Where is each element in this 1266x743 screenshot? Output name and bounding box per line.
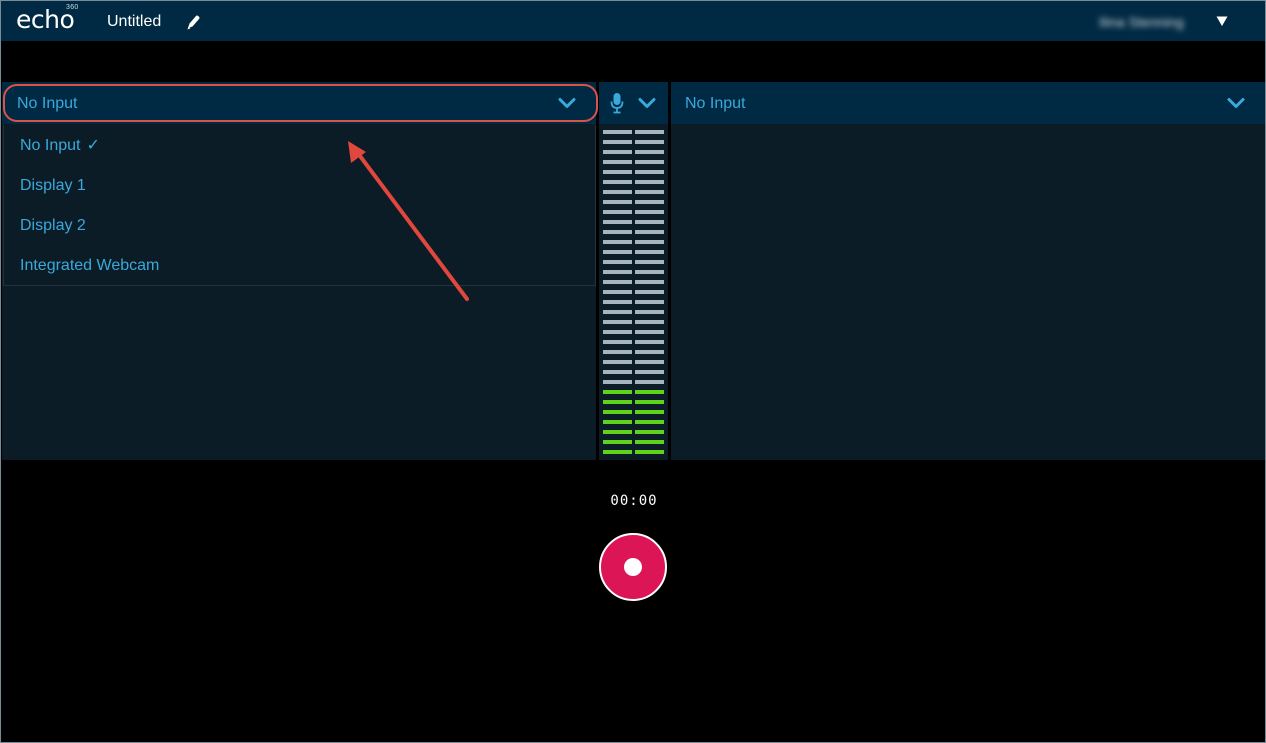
meter-segment (603, 320, 632, 324)
meter-segment (635, 380, 664, 384)
meter-segment (635, 160, 664, 164)
meter-segment (603, 170, 632, 174)
meter-segment (603, 240, 632, 244)
meter-segment (603, 420, 632, 424)
right-source-select[interactable]: No Input (671, 82, 1265, 125)
meter-segment (603, 390, 632, 394)
meter-segment (635, 370, 664, 374)
top-bar: echo 360 Untitled Ilina Stenning (1, 1, 1265, 41)
meter-segment (603, 380, 632, 384)
meter-segment (603, 270, 632, 274)
meter-segment (603, 290, 632, 294)
logo-superscript: 360 (66, 4, 79, 11)
capture-window: echo 360 Untitled Ilina Stenning No Inpu… (0, 0, 1266, 743)
meter-segment (635, 300, 664, 304)
meter-segment (635, 390, 664, 394)
left-source-dropdown: No Input ✓ Display 1 Display 2 Integrated… (3, 125, 596, 286)
meter-segment (635, 180, 664, 184)
meter-segment (635, 350, 664, 354)
right-source-selected: No Input (685, 95, 746, 112)
caret-down-icon[interactable] (1216, 15, 1228, 27)
echo360-logo: echo 360 (16, 4, 78, 35)
meter-segment (635, 130, 664, 134)
meter-segment (635, 310, 664, 314)
meter-segment (603, 360, 632, 364)
meter-segment (635, 450, 664, 454)
meter-segment (635, 250, 664, 254)
meter-segment (603, 300, 632, 304)
meter-segment (635, 360, 664, 364)
meter-segment (603, 200, 632, 204)
meter-segment (603, 230, 632, 234)
meter-segment (635, 140, 664, 144)
meter-segment (603, 450, 632, 454)
microphone-icon (610, 93, 624, 114)
meter-segment (603, 350, 632, 354)
meter-segment (603, 190, 632, 194)
meter-segment (635, 230, 664, 234)
meter-segment (635, 430, 664, 434)
meter-segment (603, 160, 632, 164)
meter-segment (635, 200, 664, 204)
meter-segment (603, 430, 632, 434)
dropdown-option-no-input[interactable]: No Input ✓ (20, 136, 100, 156)
user-name[interactable]: Ilina Stenning (1099, 13, 1184, 31)
meter-segment (603, 150, 632, 154)
meter-segment (635, 150, 664, 154)
dropdown-option-display-1[interactable]: Display 1 (20, 176, 86, 196)
chevron-down-icon[interactable] (1227, 97, 1245, 109)
dropdown-option-integrated-webcam[interactable]: Integrated Webcam (20, 256, 159, 276)
meter-segment (603, 400, 632, 404)
right-video-panel: No Input (671, 82, 1265, 460)
meter-segment (603, 140, 632, 144)
meter-segment (635, 220, 664, 224)
meter-segment (603, 250, 632, 254)
audio-level-meter (603, 130, 665, 456)
meter-segment (635, 340, 664, 344)
meter-segment (603, 210, 632, 214)
meter-segment (603, 280, 632, 284)
meter-segment (635, 270, 664, 274)
meter-segment (635, 400, 664, 404)
meter-segment (635, 210, 664, 214)
recording-title[interactable]: Untitled (107, 12, 161, 32)
meter-segment (603, 340, 632, 344)
meter-segment (603, 260, 632, 264)
record-icon (624, 558, 642, 576)
recording-timer: 00:00 (610, 493, 658, 509)
dropdown-option-display-2[interactable]: Display 2 (20, 216, 86, 236)
audio-source-select[interactable] (599, 82, 668, 125)
chevron-down-icon[interactable] (558, 97, 576, 109)
meter-segment (635, 320, 664, 324)
meter-segment (635, 420, 664, 424)
left-source-select[interactable]: No Input (2, 82, 596, 125)
audio-meter-panel (599, 82, 668, 460)
meter-segment (635, 330, 664, 334)
meter-segment (635, 240, 664, 244)
checkmark-icon: ✓ (86, 137, 100, 154)
meter-segment (635, 190, 664, 194)
pencil-icon[interactable] (185, 13, 201, 31)
meter-segment (603, 410, 632, 414)
meter-segment (635, 410, 664, 414)
chevron-down-icon[interactable] (638, 97, 656, 109)
meter-segment (635, 260, 664, 264)
meter-segment (603, 330, 632, 334)
meter-segment (635, 290, 664, 294)
meter-segment (603, 370, 632, 374)
meter-segment (635, 170, 664, 174)
meter-segment (603, 220, 632, 224)
option-label: No Input (20, 137, 81, 154)
meter-segment (635, 440, 664, 444)
meter-segment (603, 180, 632, 184)
meter-segment (603, 310, 632, 314)
meter-segment (635, 280, 664, 284)
meter-segment (603, 440, 632, 444)
left-source-selected: No Input (17, 95, 78, 112)
meter-segment (603, 130, 632, 134)
record-button[interactable] (599, 533, 667, 601)
